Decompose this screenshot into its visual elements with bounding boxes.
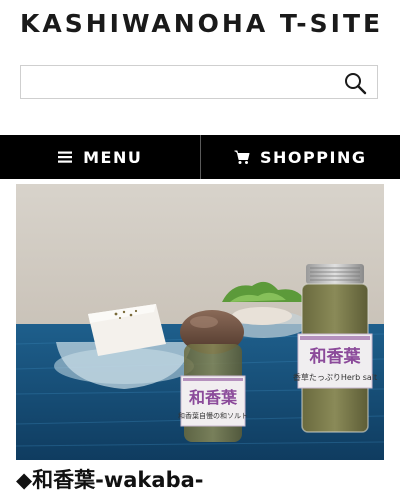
cart-icon bbox=[234, 150, 250, 164]
jar-left-label: 和香葉 bbox=[189, 388, 238, 407]
page: KASHIWANOHA T-SITE MENU SHOPPING 和香葉 香草た… bbox=[0, 0, 400, 500]
search-box bbox=[20, 65, 378, 99]
jar-right-label: 和香葉 bbox=[310, 346, 362, 367]
main-nav: MENU SHOPPING bbox=[0, 135, 400, 179]
shopping-label: SHOPPING bbox=[260, 147, 367, 167]
menu-label: MENU bbox=[83, 147, 143, 167]
herb-salt-jar: 和香葉 香草たっぷりHerb salt bbox=[293, 264, 377, 433]
jar-right-sublabel: 香草たっぷりHerb salt bbox=[293, 372, 377, 382]
hero-photo: 和香葉 香草たっぷりHerb salt 和香葉 和香葉自慢の和ソルト bbox=[16, 184, 384, 460]
hero-image: 和香葉 香草たっぷりHerb salt 和香葉 和香葉自慢の和ソルト bbox=[16, 184, 384, 460]
menu-button[interactable]: MENU bbox=[0, 135, 200, 179]
shopping-button[interactable]: SHOPPING bbox=[201, 135, 400, 179]
hamburger-icon bbox=[58, 151, 73, 163]
search-input[interactable] bbox=[21, 66, 331, 98]
site-title[interactable]: KASHIWANOHA T-SITE bbox=[20, 8, 380, 40]
article-title[interactable]: ◆和香葉-wakaba- bbox=[16, 463, 204, 497]
wasalt-jar: 和香葉 和香葉自慢の和ソルト bbox=[178, 310, 248, 442]
search-icon[interactable] bbox=[343, 71, 367, 95]
jar-left-sublabel: 和香葉自慢の和ソルト bbox=[178, 411, 248, 420]
